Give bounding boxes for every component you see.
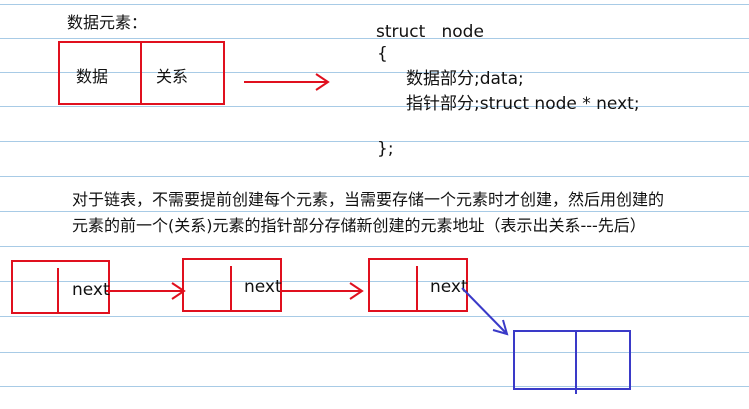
link-arrow-2 [280,282,364,300]
link-arrow-1 [106,282,186,300]
arrows-layer [106,73,509,336]
link-arrow-new-node [461,287,509,336]
struct-arrow [244,73,330,91]
